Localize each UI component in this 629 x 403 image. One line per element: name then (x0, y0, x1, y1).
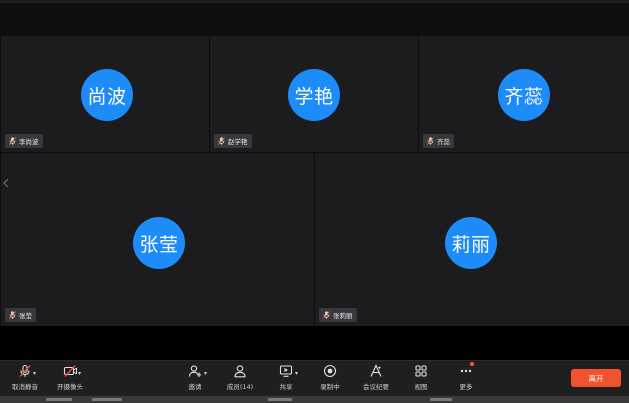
chevron-left-icon[interactable] (2, 178, 10, 188)
unmute-label: 取消静音 (12, 383, 38, 391)
camera-button[interactable]: 开摄像头 (54, 364, 86, 394)
more-label: 更多 (459, 383, 473, 391)
avatar: 齐蕊 (498, 69, 550, 121)
share-button[interactable]: 共享 (276, 364, 296, 394)
mic-muted-icon (218, 137, 225, 145)
participant-name: 赵学艳 (228, 138, 248, 146)
avatar: 莉丽 (445, 217, 497, 269)
bottom-strip (0, 396, 629, 403)
participant-tile[interactable]: 尚波 李尚波 (1, 36, 209, 152)
share-label: 共享 (279, 383, 293, 391)
mic-muted-icon (9, 311, 16, 319)
participant-name-tag: 张莹 (5, 308, 36, 322)
invite-button[interactable]: 邀请 (184, 364, 206, 394)
participant-name: 张莉丽 (333, 312, 353, 320)
notification-dot (470, 362, 474, 366)
chevron-down-icon[interactable]: ▾ (295, 370, 298, 377)
participant-name: 齐蕊 (437, 138, 450, 146)
mic-muted-icon (427, 137, 434, 145)
participant-name-tag: 赵学艳 (214, 134, 252, 148)
add-user-icon (188, 365, 202, 377)
participant-name: 张莹 (19, 312, 32, 320)
chevron-down-icon[interactable]: ▾ (204, 370, 207, 377)
members-label: 成员(14) (226, 383, 254, 391)
user-icon (234, 365, 246, 378)
share-screen-icon (279, 365, 293, 377)
members-button[interactable]: 成员(14) (224, 364, 256, 394)
grid-view-icon (415, 365, 427, 377)
ai-minutes-icon (370, 364, 382, 377)
mic-muted-icon (323, 311, 330, 319)
participant-tile[interactable]: 张莹 张莹 (1, 153, 314, 326)
top-bar (0, 0, 629, 36)
camera-label: 开摄像头 (57, 383, 83, 391)
unmute-button[interactable]: 取消静音 (8, 364, 42, 394)
more-icon (460, 369, 472, 373)
leave-meeting-button[interactable]: 离开 (571, 369, 621, 387)
invite-label: 邀请 (188, 383, 202, 391)
chevron-down-icon[interactable]: ▾ (33, 370, 36, 377)
participant-name-tag: 张莉丽 (319, 308, 357, 322)
recording-button[interactable]: 录制中 (318, 364, 342, 394)
video-grid: 尚波 李尚波 学艳 赵学艳 齐蕊 齐蕊 张莹 张莹 莉丽 张莉丽 (0, 36, 629, 326)
avatar: 张莹 (133, 217, 185, 269)
meeting-toolbar: 取消静音 ▾ 开摄像头 ▾ 邀请 ▾ 成员(14) 共享 ▾ 录制中 会议纪要 … (0, 360, 629, 396)
view-button[interactable]: 视图 (412, 364, 430, 394)
avatar: 尚波 (81, 69, 133, 121)
participant-tile[interactable]: 齐蕊 齐蕊 (419, 36, 629, 152)
chevron-down-icon[interactable]: ▾ (78, 370, 81, 377)
meeting-minutes-button[interactable]: 会议纪要 (360, 364, 392, 394)
more-button[interactable]: 更多 (457, 364, 475, 394)
bottom-spacer (0, 326, 629, 360)
camera-off-icon (63, 365, 77, 377)
participant-name-tag: 李尚波 (5, 134, 43, 148)
avatar: 学艳 (288, 69, 340, 121)
mic-muted-icon (19, 364, 31, 377)
view-label: 视图 (414, 383, 428, 391)
participant-name-tag: 齐蕊 (423, 134, 454, 148)
meeting-minutes-label: 会议纪要 (363, 383, 389, 391)
recording-label: 录制中 (320, 383, 340, 391)
participant-name: 李尚波 (19, 138, 39, 146)
participant-tile[interactable]: 学艳 赵学艳 (210, 36, 418, 152)
participant-tile[interactable]: 莉丽 张莉丽 (315, 153, 629, 326)
record-icon (323, 364, 337, 378)
mic-muted-icon (9, 137, 16, 145)
